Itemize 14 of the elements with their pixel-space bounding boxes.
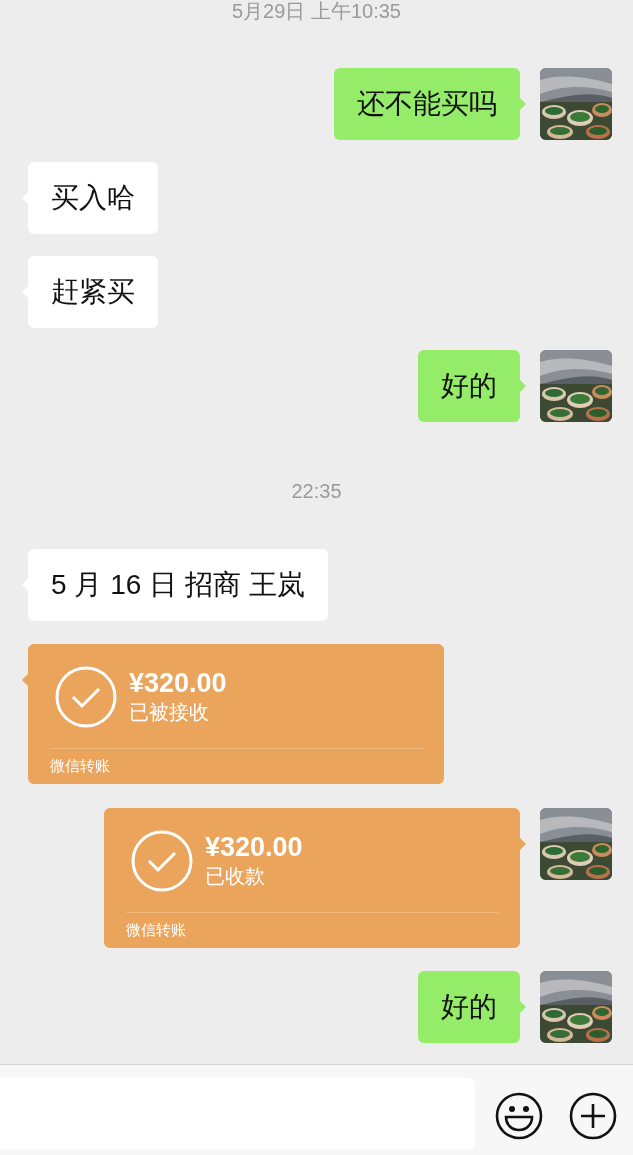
transfer-amount: ¥320.00 — [205, 832, 303, 862]
transfer-label: 微信转账 — [50, 756, 111, 776]
timestamp: 5月29日 上午10:35 — [232, 0, 401, 22]
transfer-amount: ¥320.00 — [129, 668, 227, 698]
timestamp: 22:35 — [291, 480, 342, 502]
transfer-status: 已收款 — [205, 864, 266, 889]
add-icon[interactable] — [569, 1092, 617, 1140]
transfer-label: 微信转账 — [126, 920, 187, 940]
transfer-status: 已被接收 — [129, 700, 210, 725]
check-icon — [55, 666, 117, 728]
check-icon — [131, 830, 193, 892]
emoji-icon[interactable] — [495, 1092, 543, 1140]
transfer-card[interactable]: ¥320.00 已被接收 微信转账 — [28, 644, 444, 784]
transfer-card[interactable]: ¥320.00 已收款 微信转账 — [104, 808, 520, 948]
